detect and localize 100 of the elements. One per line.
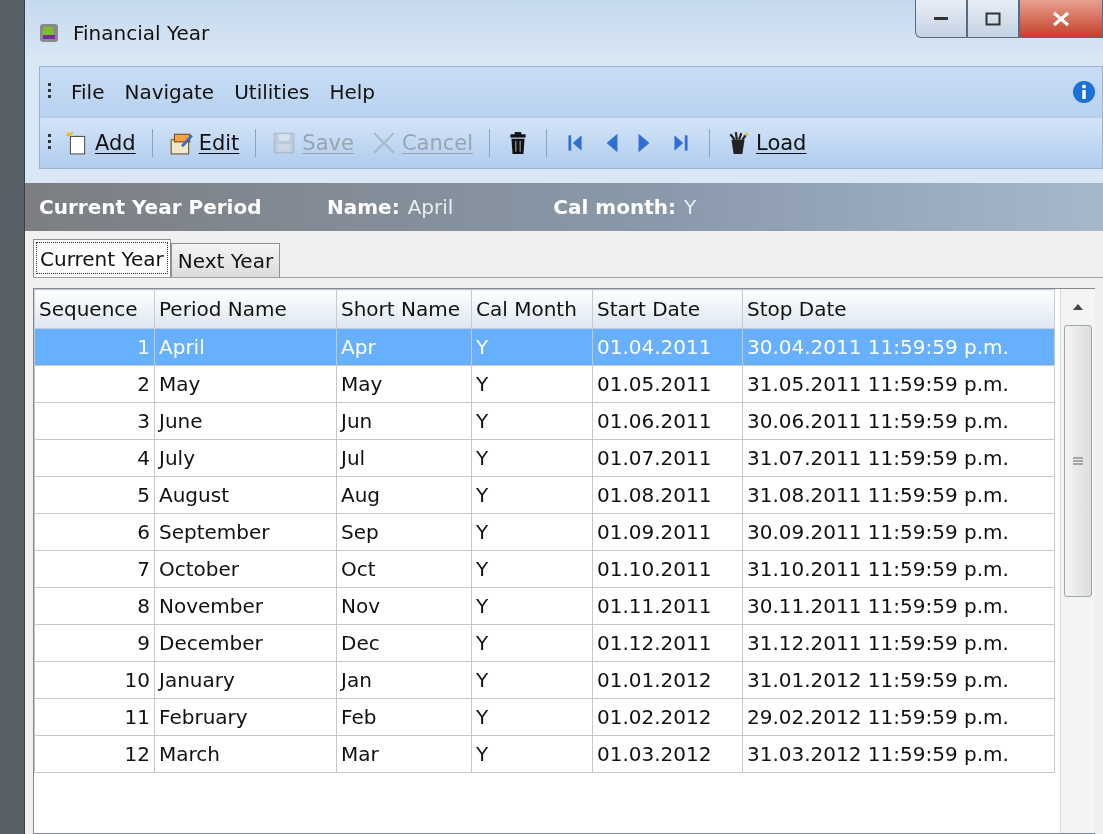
table-cell: 01.06.2011 — [592, 402, 743, 440]
table-cell: Y — [471, 661, 593, 699]
column-header[interactable]: Sequence — [34, 289, 155, 329]
table-cell: Y — [471, 735, 593, 773]
table-cell: Y — [471, 698, 593, 736]
table-cell: 31.03.2012 11:59:59 p.m. — [742, 735, 1055, 773]
window-title: Financial Year — [73, 21, 210, 45]
table-cell: Feb — [336, 698, 472, 736]
table-cell: Y — [471, 587, 593, 625]
column-header[interactable]: Period Name — [154, 289, 337, 329]
menu-item[interactable]: Help — [329, 80, 376, 104]
app-icon — [39, 23, 59, 43]
edit-icon — [168, 131, 193, 155]
info-icon[interactable] — [1072, 80, 1096, 104]
table-cell: 30.11.2011 11:59:59 p.m. — [742, 587, 1055, 625]
menu-item[interactable]: Utilities — [234, 80, 310, 104]
table-cell: Y — [471, 550, 593, 588]
table-cell: Jul — [336, 439, 472, 477]
tab[interactable]: Current Year — [33, 239, 171, 277]
column-header[interactable]: Short Name — [336, 289, 472, 329]
menu-item[interactable]: Navigate — [124, 80, 215, 104]
scroll-up-icon[interactable] — [1072, 303, 1084, 311]
table-cell: 01.05.2011 — [592, 365, 743, 403]
table-cell: Sep — [336, 513, 472, 551]
table-cell: 4 — [34, 439, 155, 477]
table-cell: January — [154, 661, 337, 699]
tab[interactable]: Next Year — [170, 243, 281, 277]
field-label: Cal month: — [553, 195, 676, 219]
menu-item[interactable]: File — [71, 80, 105, 104]
table-cell: Dec — [336, 624, 472, 662]
minimize-icon — [934, 17, 948, 20]
table-cell: Y — [471, 624, 593, 662]
minimize-button[interactable] — [915, 0, 967, 38]
table-cell: Aug — [336, 476, 472, 514]
table-cell: Y — [471, 365, 593, 403]
table-cell: October — [154, 550, 337, 588]
close-icon — [1051, 10, 1071, 27]
table-cell: March — [154, 735, 337, 773]
field-value: Y — [683, 195, 697, 219]
table-cell: 01.01.2012 — [592, 661, 743, 699]
table-cell: Jan — [336, 661, 472, 699]
table-cell: 31.10.2011 11:59:59 p.m. — [742, 550, 1055, 588]
table-cell: February — [154, 698, 337, 736]
table-cell: 01.12.2011 — [592, 624, 743, 662]
table-cell: 01.09.2011 — [592, 513, 743, 551]
table-cell: 9 — [34, 624, 155, 662]
table-cell: 31.05.2011 11:59:59 p.m. — [742, 365, 1055, 403]
table-cell: Mar — [336, 735, 472, 773]
table-cell: 01.04.2011 — [592, 328, 743, 366]
table-cell: 2 — [34, 365, 155, 403]
section-title: Current Year Period — [39, 195, 263, 219]
next-icon — [637, 131, 652, 155]
table-cell: 30.09.2011 11:59:59 p.m. — [742, 513, 1055, 551]
table-cell: 6 — [34, 513, 155, 551]
table-cell: 12 — [34, 735, 155, 773]
table-cell: August — [154, 476, 337, 514]
field-value: April — [407, 195, 454, 219]
table-cell: May — [154, 365, 337, 403]
table-cell: 8 — [34, 587, 155, 625]
column-header[interactable]: Cal Month — [471, 289, 593, 329]
table-cell: 01.07.2011 — [592, 439, 743, 477]
table-cell: November — [154, 587, 337, 625]
table-cell: Y — [471, 328, 593, 366]
table-cell: Y — [471, 439, 593, 477]
table-cell: 01.02.2012 — [592, 698, 743, 736]
column-header[interactable]: Stop Date — [742, 289, 1055, 329]
table-cell: September — [154, 513, 337, 551]
toolbar-button[interactable]: Add — [61, 129, 140, 157]
table-cell: 11 — [34, 698, 155, 736]
toolbar-button[interactable]: Load — [722, 129, 811, 157]
table-cell: 30.06.2011 11:59:59 p.m. — [742, 402, 1055, 440]
table-cell: 29.02.2012 11:59:59 p.m. — [742, 698, 1055, 736]
scrollbar[interactable] — [1060, 289, 1095, 833]
table-cell: 31.07.2011 11:59:59 p.m. — [742, 439, 1055, 477]
column-header[interactable]: Start Date — [592, 289, 743, 329]
table-cell: Y — [471, 476, 593, 514]
toolbar-button[interactable]: Edit — [164, 129, 244, 157]
cross-icon — [371, 131, 396, 155]
table-cell: 3 — [34, 402, 155, 440]
table-cell: June — [154, 402, 337, 440]
table-cell: 7 — [34, 550, 155, 588]
table-cell: 31.01.2012 11:59:59 p.m. — [742, 661, 1055, 699]
table-cell: July — [154, 439, 337, 477]
table-cell: December — [154, 624, 337, 662]
maximize-button[interactable] — [967, 0, 1019, 38]
table-cell: May — [336, 365, 472, 403]
close-button[interactable] — [1019, 0, 1103, 38]
table-cell: 5 — [34, 476, 155, 514]
table-cell: 1 — [34, 328, 155, 366]
table-cell: 31.12.2011 11:59:59 p.m. — [742, 624, 1055, 662]
table-cell: 01.08.2011 — [592, 476, 743, 514]
maximize-icon — [985, 11, 1001, 26]
table-cell: Oct — [336, 550, 472, 588]
table-cell: Apr — [336, 328, 472, 366]
previous-icon — [605, 131, 620, 155]
table-cell: Jun — [336, 402, 472, 440]
field-label: Name: — [327, 195, 400, 219]
table-cell: 01.03.2012 — [592, 735, 743, 773]
table-cell: 10 — [34, 661, 155, 699]
table-cell: April — [154, 328, 337, 366]
